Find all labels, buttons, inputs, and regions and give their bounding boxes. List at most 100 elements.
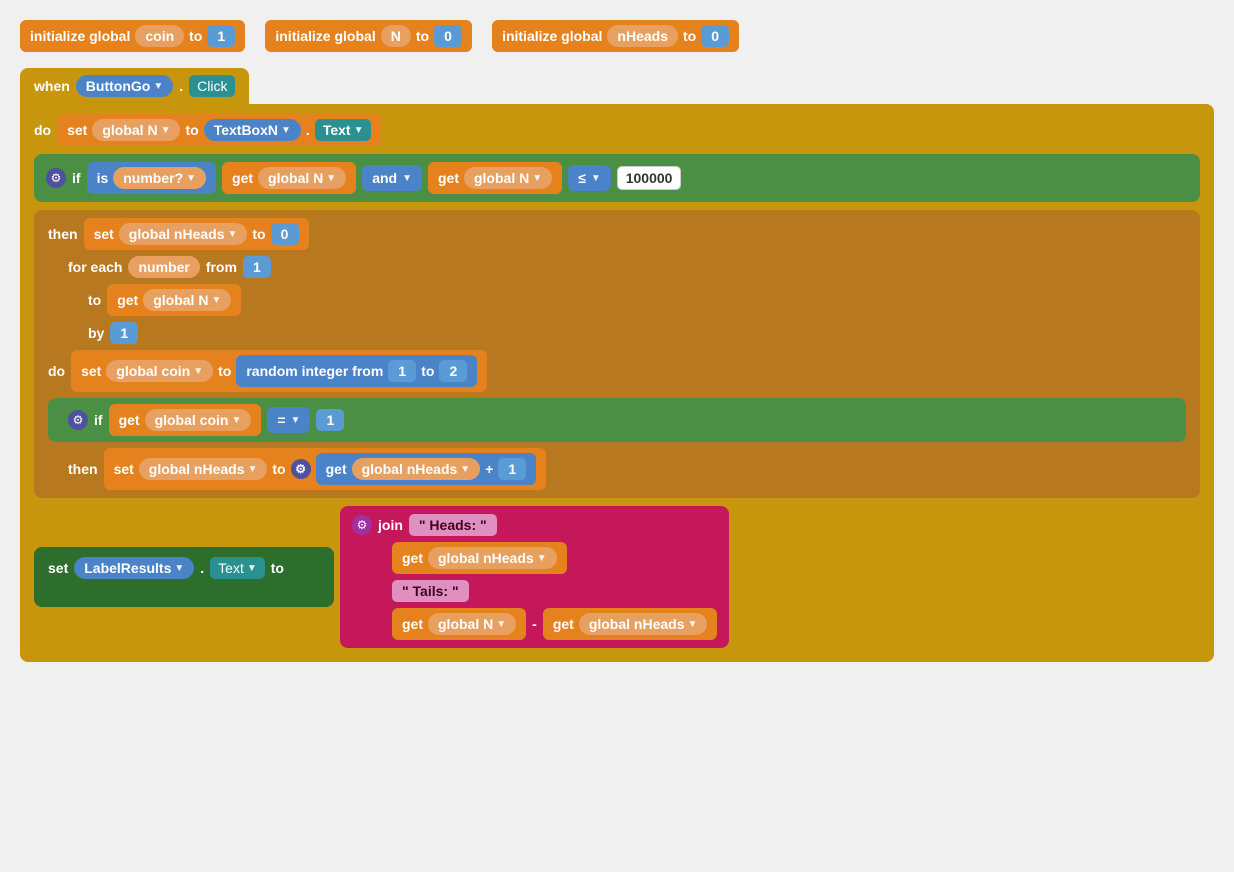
inner-if-keyword: if: [94, 412, 103, 428]
dark-green-section: set LabelResults ▼ . Text ▼ to: [34, 547, 334, 607]
inner-if-gear-icon: ⚙: [68, 410, 88, 430]
for-get-n-block[interactable]: get global N ▼: [107, 284, 241, 316]
random-to[interactable]: 2: [439, 360, 467, 382]
from-label: from: [206, 259, 237, 275]
number-check-var[interactable]: number? ▼: [113, 167, 206, 189]
init-n-var[interactable]: N: [381, 25, 411, 47]
if-container: ⚙ if is number? ▼ get global N ▼: [34, 154, 1200, 202]
do-label2: do: [48, 363, 65, 379]
init-n-value[interactable]: 0: [434, 25, 462, 47]
get-nheads-keyword: get: [326, 461, 347, 477]
is-number-block[interactable]: is number? ▼: [87, 162, 216, 194]
nheads-init-value[interactable]: 0: [271, 223, 299, 245]
get-n-block[interactable]: get global N ▼: [222, 162, 356, 194]
init-coin-to: to: [189, 28, 202, 44]
set-coin-keyword: set: [81, 363, 101, 379]
label-results-to: to: [271, 560, 284, 576]
label-results-property[interactable]: Text ▼: [210, 557, 265, 579]
for-each-label: for each: [68, 259, 122, 275]
init-nheads-value[interactable]: 0: [701, 25, 729, 47]
pink-join-container: ⚙ join " Heads: " get global nHeads ▼: [340, 506, 729, 648]
do-label: do: [34, 122, 51, 138]
do-set-coin-row: do set global coin ▼ to random integer f…: [48, 350, 1186, 392]
set-coin-var[interactable]: global coin ▼: [106, 360, 213, 382]
set-nheads-plus-to: to: [272, 461, 285, 477]
join-get-nheads2-var[interactable]: global nHeads ▼: [579, 613, 708, 635]
when-event-section: when ButtonGo ▼ . Click do set global N …: [20, 68, 1214, 662]
join-get-n-var[interactable]: global N ▼: [428, 613, 516, 635]
from-val[interactable]: 1: [243, 256, 271, 278]
main-canvas: initialize global coin to 1 initialize g…: [20, 20, 1214, 662]
when-event[interactable]: Click: [189, 75, 235, 97]
join-header-row: ⚙ join " Heads: ": [352, 514, 717, 536]
join-get-n-block[interactable]: get global N ▼: [392, 608, 526, 640]
heads-string[interactable]: " Heads: ": [409, 514, 497, 536]
get-n-var[interactable]: global N ▼: [258, 167, 346, 189]
by-val[interactable]: 1: [110, 322, 138, 344]
set-nheads-0-block[interactable]: set global nHeads ▼ to 0: [84, 218, 309, 250]
set-nheads-0-var[interactable]: global nHeads ▼: [119, 223, 248, 245]
init-nheads-label: initialize global: [502, 28, 602, 44]
text-property[interactable]: Text ▼: [315, 119, 372, 141]
set-nheads-plus-gear-icon: ⚙: [291, 459, 311, 479]
join-get-nheads2-block[interactable]: get global nHeads ▼: [543, 608, 718, 640]
get-coin-var[interactable]: global coin ▼: [145, 409, 252, 431]
lte-block[interactable]: ≤ ▼: [568, 165, 611, 191]
join-get-nheads-keyword: get: [402, 550, 423, 566]
textboxn-component[interactable]: TextBoxN ▼: [204, 119, 301, 141]
by-label: by: [88, 325, 104, 341]
get-n-block2[interactable]: get global N ▼: [428, 162, 562, 194]
get-coin-block[interactable]: get global coin ▼: [109, 404, 262, 436]
set-label-keyword: set: [48, 560, 68, 576]
init-coin-value[interactable]: 1: [207, 25, 235, 47]
get-keyword: get: [232, 170, 253, 186]
join-get-nheads-var[interactable]: global nHeads ▼: [428, 547, 557, 569]
nheads-plus-block[interactable]: get global nHeads ▼ + 1: [316, 453, 537, 485]
set-coin-block[interactable]: set global coin ▼ to random integer from…: [71, 350, 487, 392]
when-header[interactable]: when ButtonGo ▼ . Click: [20, 68, 249, 104]
for-each-number-var[interactable]: number: [128, 256, 199, 278]
label-results-component[interactable]: LabelResults ▼: [74, 557, 194, 579]
nheads-plus-one[interactable]: 1: [498, 458, 526, 480]
init-nheads-block[interactable]: initialize global nHeads to 0: [492, 20, 739, 52]
and-block[interactable]: and ▼: [362, 165, 422, 191]
tails-string[interactable]: " Tails: ": [392, 580, 469, 602]
if-value-100000[interactable]: 100000: [617, 166, 682, 190]
for-to-row: to get global N ▼: [48, 284, 1186, 316]
then-set-nheads-row: then set global nHeads ▼ to 0: [48, 218, 1186, 250]
set-coin-to: to: [218, 363, 231, 379]
eq-block[interactable]: = ▼: [267, 407, 310, 433]
when-keyword: when: [34, 78, 70, 94]
init-nheads-var[interactable]: nHeads: [607, 25, 678, 47]
when-component[interactable]: ButtonGo ▼: [76, 75, 173, 97]
join-nheads-row: get global nHeads ▼: [392, 542, 717, 574]
init-coin-block[interactable]: initialize global coin to 1: [20, 20, 245, 52]
get-n-var2[interactable]: global N ▼: [464, 167, 552, 189]
get-coin-keyword: get: [119, 412, 140, 428]
if-keyword: if: [72, 170, 81, 186]
set-keyword: set: [67, 122, 87, 138]
coin-eq-value[interactable]: 1: [316, 409, 344, 431]
set-nheads-0-keyword: set: [94, 226, 114, 242]
set-nheads-plus-var[interactable]: global nHeads ▼: [139, 458, 268, 480]
set-nheads-plus-block[interactable]: set global nHeads ▼ to ⚙ get global nHea…: [104, 448, 547, 490]
join-get-n-keyword: get: [402, 616, 423, 632]
set-n-block[interactable]: set global N ▼ to TextBoxN ▼ . Text ▼: [57, 114, 381, 146]
init-nheads-to: to: [683, 28, 696, 44]
is-keyword: is: [97, 170, 109, 186]
set-n-var[interactable]: global N ▼: [92, 119, 180, 141]
join-gear-icon: ⚙: [352, 515, 372, 535]
join-get-nheads-block[interactable]: get global nHeads ▼: [392, 542, 567, 574]
join-tails-row: " Tails: ": [392, 580, 717, 602]
for-get-n-var[interactable]: global N ▼: [143, 289, 231, 311]
get-nheads-var[interactable]: global nHeads ▼: [352, 458, 481, 480]
set-nheads-plus-keyword: set: [114, 461, 134, 477]
init-blocks-row: initialize global coin to 1 initialize g…: [20, 20, 1214, 52]
set-label-row: set LabelResults ▼ . Text ▼ to: [48, 557, 320, 579]
init-n-to: to: [416, 28, 429, 44]
init-coin-var[interactable]: coin: [135, 25, 184, 47]
join-get-nheads2-keyword: get: [553, 616, 574, 632]
init-n-block[interactable]: initialize global N to 0: [265, 20, 472, 52]
random-int-block[interactable]: random integer from 1 to 2: [236, 355, 477, 387]
random-from[interactable]: 1: [388, 360, 416, 382]
